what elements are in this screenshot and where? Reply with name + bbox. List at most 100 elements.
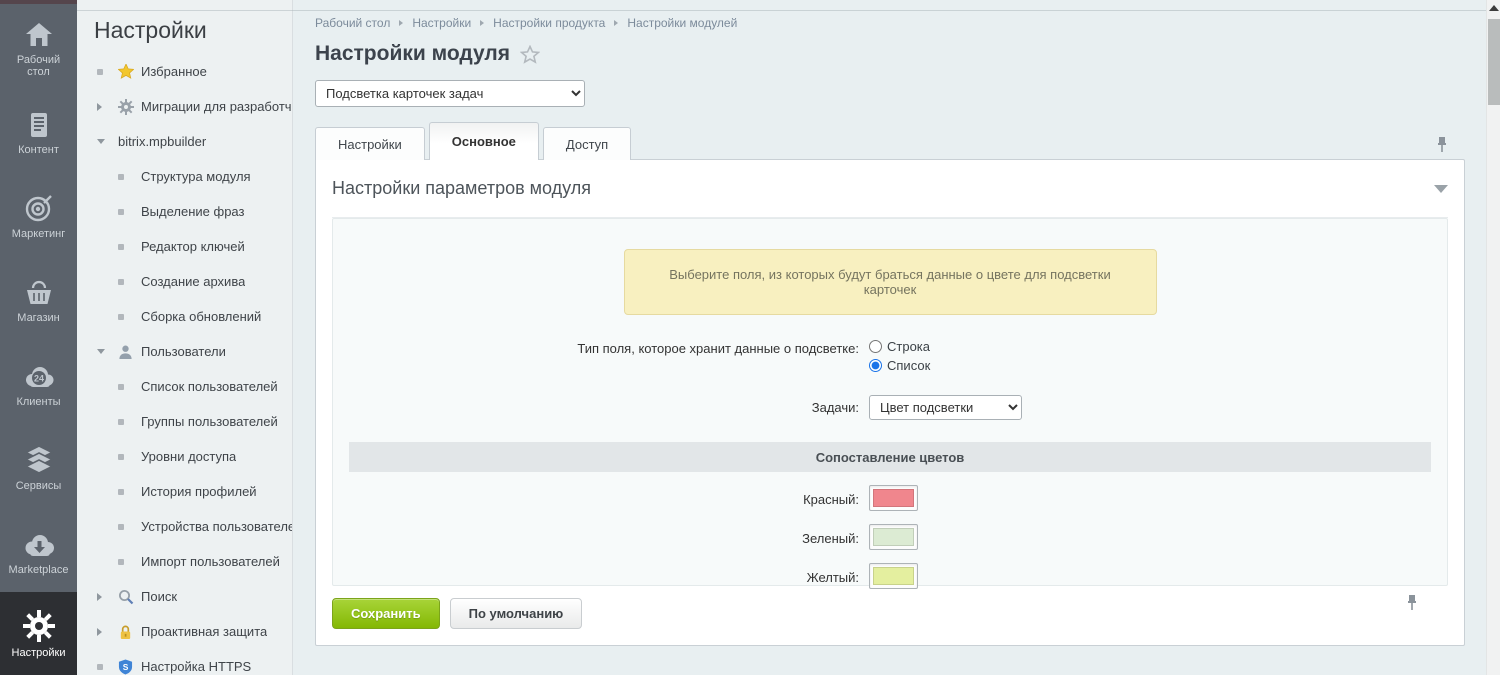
module-params-form: Выберите поля, из которых будут браться … [332, 218, 1448, 586]
bullet-icon [118, 384, 124, 390]
color-swatch-green[interactable] [869, 524, 918, 550]
tab-main[interactable]: Основное [429, 122, 539, 160]
clients-icon: 24 [22, 357, 56, 391]
scrollbar-up-icon[interactable] [1489, 5, 1499, 11]
page-title: Настройки модуля [315, 42, 510, 66]
menu-item-migrations[interactable]: Миграции для разработчик [77, 89, 292, 124]
menu-title: Настройки [77, 0, 292, 54]
rail-item-label: Маркетинг [8, 228, 69, 240]
menu-item-proactive-protection[interactable]: Проактивная защита [77, 614, 292, 649]
module-select[interactable]: Подсветка карточек задач [315, 80, 585, 107]
bullet-icon [118, 419, 124, 425]
breadcrumb-link[interactable]: Настройки модулей [627, 16, 737, 30]
menu-item-user-import[interactable]: Импорт пользователей [77, 544, 292, 579]
section-collapse-icon[interactable] [1434, 185, 1448, 193]
radio-option-string[interactable]: Строка [869, 339, 1431, 354]
scrollbar-thumb[interactable] [1488, 19, 1500, 105]
menu-item-user-groups[interactable]: Группы пользователей [77, 404, 292, 439]
rail-item-label: Настройки [8, 647, 70, 659]
color-label-green: Зеленый: [349, 529, 869, 546]
content-icon [26, 105, 52, 139]
radio-list[interactable] [869, 359, 882, 372]
tab-settings[interactable]: Настройки [315, 127, 425, 160]
color-swatch-red[interactable] [869, 485, 918, 511]
lock-icon [118, 624, 141, 640]
bullet-icon [97, 664, 103, 670]
menu-item-user-list[interactable]: Список пользователей [77, 369, 292, 404]
menu-item-phrase-highlight[interactable]: Выделение фраз [77, 194, 292, 229]
breadcrumb-separator-icon [480, 20, 484, 26]
menu-item-module-structure[interactable]: Структура модуля [77, 159, 292, 194]
gear-icon [118, 99, 141, 115]
menu-item-key-editor[interactable]: Редактор ключей [77, 229, 292, 264]
menu-item-access-levels[interactable]: Уровни доступа [77, 439, 292, 474]
menu-item-user-devices[interactable]: Устройства пользователей [77, 509, 292, 544]
default-button[interactable]: По умолчанию [450, 598, 583, 629]
rail-item-clients[interactable]: 24 Клиенты [0, 340, 77, 424]
menu-item-bitrix-mpbuilder[interactable]: bitrix.mpbuilder [77, 124, 292, 159]
bullet-icon [118, 559, 124, 565]
bullet-icon [118, 209, 124, 215]
color-label-yellow: Желтый: [349, 568, 869, 585]
bullet-icon [118, 454, 124, 460]
marketing-icon [24, 189, 54, 223]
bullet-icon [118, 174, 124, 180]
search-icon [118, 589, 141, 605]
rail-item-label: Клиенты [12, 396, 64, 408]
rail-item-desktop[interactable]: Рабочий стол [0, 4, 77, 88]
radio-option-list[interactable]: Список [869, 358, 1431, 373]
app-rail: Рабочий стол Контент Маркетинг Магазин 2… [0, 0, 77, 675]
rail-item-label: Marketplace [5, 564, 73, 576]
rail-item-label: Контент [14, 144, 63, 156]
menu-item-https-setup[interactable]: S Настройка HTTPS [77, 649, 292, 675]
rail-item-content[interactable]: Контент [0, 88, 77, 172]
bullet-icon [97, 69, 103, 75]
menu-item-updates-build[interactable]: Сборка обновлений [77, 299, 292, 334]
radio-string[interactable] [869, 340, 882, 353]
breadcrumb-link[interactable]: Настройки продукта [493, 16, 605, 30]
expand-arrow-icon [97, 593, 102, 601]
marketplace-icon [22, 525, 56, 559]
expand-arrow-icon [97, 628, 102, 636]
rail-item-settings[interactable]: Настройки [0, 592, 77, 675]
rail-item-marketing[interactable]: Маркетинг [0, 172, 77, 256]
save-button[interactable]: Сохранить [332, 598, 440, 629]
breadcrumb-link[interactable]: Настройки [412, 16, 471, 30]
pin-icon[interactable] [1406, 594, 1418, 614]
color-label-red: Красный: [349, 490, 869, 507]
menu-item-users[interactable]: Пользователи [77, 334, 292, 369]
home-icon [24, 15, 54, 49]
tasks-select[interactable]: Цвет подсветки [869, 395, 1022, 420]
settings-menu: Настройки Избранное Миграции для разрабо… [77, 0, 293, 675]
rail-item-label: Магазин [13, 312, 63, 324]
rail-item-label: Сервисы [12, 480, 66, 492]
menu-item-search[interactable]: Поиск [77, 579, 292, 614]
main-area: Рабочий стол Настройки Настройки продукт… [293, 0, 1486, 675]
rail-item-shop[interactable]: Магазин [0, 256, 77, 340]
window-top-divider [77, 10, 1486, 11]
expand-arrow-icon [97, 103, 102, 111]
breadcrumb-separator-icon [614, 20, 618, 26]
vertical-scrollbar[interactable] [1486, 0, 1500, 675]
field-type-label: Тип поля, которое хранит данные о подсве… [349, 339, 869, 356]
favorite-star-icon[interactable] [520, 45, 540, 64]
rail-item-label: Рабочий стол [0, 54, 77, 78]
menu-item-profile-history[interactable]: История профилей [77, 474, 292, 509]
tasks-label: Задачи: [349, 400, 869, 415]
breadcrumb-link[interactable]: Рабочий стол [315, 16, 390, 30]
bullet-icon [118, 524, 124, 530]
bullet-icon [118, 489, 124, 495]
shop-icon [23, 273, 55, 307]
breadcrumb: Рабочий стол Настройки Настройки продукт… [293, 0, 1486, 30]
tab-bar: Настройки Основное Доступ [293, 122, 1486, 160]
section-title: Настройки параметров модуля [332, 178, 591, 199]
collapse-arrow-icon [97, 349, 105, 354]
menu-item-favorites[interactable]: Избранное [77, 54, 292, 89]
svg-text:S: S [123, 661, 129, 671]
colors-section-header: Сопоставление цветов [349, 442, 1431, 472]
menu-item-archive-create[interactable]: Создание архива [77, 264, 292, 299]
rail-item-marketplace[interactable]: Marketplace [0, 508, 77, 592]
https-shield-icon: S [118, 659, 141, 675]
rail-item-services[interactable]: Сервисы [0, 424, 77, 508]
tab-access[interactable]: Доступ [543, 127, 631, 160]
